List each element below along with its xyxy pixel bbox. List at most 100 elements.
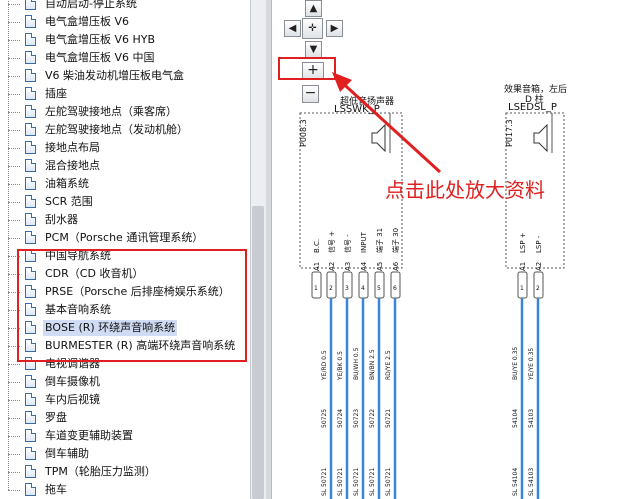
left_component-splice-id: SL 50721 [353, 468, 360, 496]
right_component-splice-id: SL 54103 [528, 468, 535, 496]
right_component-wire-id: 54103 [528, 409, 535, 428]
left_component-pin-number: 6 [393, 285, 397, 292]
document-icon [25, 213, 36, 226]
tree-item[interactable]: 车内后视镜 [0, 382, 250, 409]
tree-item[interactable]: 倒车辅助 [0, 436, 250, 463]
left_component-pin-number: 1 [314, 285, 318, 292]
speaker-icon [533, 123, 548, 153]
left_component-splice-id: SL 50721 [385, 468, 392, 496]
left_component-wire-id: 50723 [353, 409, 360, 428]
document-icon [25, 69, 36, 82]
left_component-pin-label: 端子 30 [391, 228, 400, 253]
tree-item-label: 油箱系统 [45, 177, 89, 190]
document-icon [25, 465, 36, 478]
highlight-box [17, 249, 247, 362]
document-icon [25, 159, 36, 172]
wiring-schematic: P008.3 B.C. A1 1 信号 + A2 2 信号 - A3 3 INPUT A4 4 端子 31… [299, 112, 565, 499]
left_component-pin-id: A4 [360, 261, 368, 271]
tree-item[interactable]: 电气盒增压板 V6 中国 [0, 40, 250, 67]
tree-item-label: 左舵驾驶接地点（发动机舱） [45, 123, 188, 136]
right_component-wire-color: YE/YE 0.35 [528, 348, 535, 381]
left_component-pin-number: 2 [329, 285, 333, 292]
tree-item[interactable]: SCR 范围 [0, 184, 250, 211]
left_component-pin-id: A1 [313, 262, 321, 271]
left_component-wire-color: YE/BK 0.5 [337, 351, 344, 381]
tree-item[interactable]: 刮水器 [0, 202, 250, 229]
tree-item[interactable]: V6 柴油发动机增压板电气盒 [0, 58, 250, 85]
left_component-pin-number: 4 [361, 285, 365, 292]
document-icon [25, 87, 36, 100]
tree-item-label: 拖车 [45, 483, 67, 496]
tree-scrollbar-thumb[interactable] [252, 206, 264, 499]
tree-item-label: 电气盒增压板 V6 [45, 15, 130, 28]
document-icon [25, 105, 36, 118]
document-icon [25, 447, 36, 460]
tree-item-label: PCM（Porsche 通讯管理系统） [45, 231, 204, 244]
right_component-pin-id: A2 [535, 262, 543, 271]
tree-item[interactable]: PCM（Porsche 通讯管理系统） [0, 220, 250, 247]
tree-item[interactable]: 接地点布局 [0, 130, 250, 157]
left_component-pin-number: 5 [377, 285, 381, 292]
document-icon [25, 195, 36, 208]
document-icon [25, 231, 36, 244]
right_component-pin-number: 2 [536, 285, 540, 292]
tree-item[interactable]: 左舵驾驶接地点（发动机舱） [0, 112, 250, 139]
left_component-pin-label: B.C. [313, 239, 321, 253]
tree-item-label: 刮水器 [45, 213, 78, 226]
tree-item-label: SCR 范围 [45, 195, 93, 208]
document-icon [25, 123, 36, 136]
tree-item-label: 接地点布局 [45, 141, 100, 154]
right_component-pin-label: LSP - [535, 235, 543, 253]
document-icon [25, 375, 36, 388]
left_component-splice-id: SL 50721 [321, 468, 328, 496]
tree-item-label: V6 柴油发动机增压板电气盒 [45, 69, 185, 82]
document-icon [25, 0, 36, 10]
document-icon [25, 33, 36, 46]
right_component-wire-id: 54104 [512, 409, 519, 428]
tree-item[interactable]: 电气盒增压板 V6 HYB [0, 22, 250, 49]
left_component-wire-color: RD/YE 2.5 [385, 350, 392, 380]
tree-item[interactable]: 油箱系统 [0, 166, 250, 193]
document-icon [25, 393, 36, 406]
tree-item-label: 混合接地点 [45, 159, 100, 172]
tree-item[interactable]: 混合接地点 [0, 148, 250, 175]
left_component-splice-id: SL 50721 [369, 468, 376, 496]
tree-item-label: 插座 [45, 87, 67, 100]
document-icon [25, 177, 36, 190]
left_component-wire-color: BU/WH 0.5 [353, 347, 360, 380]
tree-item[interactable]: 车道变更辅助装置 [0, 418, 250, 445]
right_component-pin-label: LSP + [519, 232, 527, 253]
left_component-wire-id: 50721 [385, 409, 392, 428]
left_component-pin-label: 信号 - [343, 234, 352, 253]
document-icon [25, 411, 36, 424]
tree-item[interactable]: 倒车摄像机 [0, 364, 250, 391]
tree-item[interactable]: 自动启动-停止系统 [0, 0, 250, 13]
left_component-pin-label: 信号 + [327, 231, 336, 253]
tree-item-label: 车内后视镜 [45, 393, 100, 406]
left_component-wire-id: 50724 [337, 409, 344, 428]
document-icon [25, 15, 36, 28]
document-icon [25, 141, 36, 154]
left_component-pin-id: A2 [328, 262, 336, 271]
zoom-callout-text: 点击此处放大资料 [385, 178, 545, 202]
tree-item-label: 罗盘 [45, 411, 67, 424]
tree-item-label: 倒车摄像机 [45, 375, 100, 388]
tree-item[interactable]: 插座 [0, 76, 250, 103]
wiring-diagram-pane: ▲ ◀ ✛ ▶ ▼ + − 超低音扬声器 LSSWK_P 效果音箱，左后 D 柱… [272, 0, 636, 499]
document-icon [25, 483, 36, 496]
left_component-pin-label: 端子 31 [375, 228, 384, 253]
tree-item[interactable]: 拖车 [0, 472, 250, 499]
left_component-wire-color: YE/RD 0.5 [321, 350, 328, 381]
left_component-wire-color: BN/BN 2.5 [369, 349, 376, 380]
tree-item[interactable]: TPM（轮胎压力监测） [0, 454, 250, 481]
right_component-pin-id: A1 [519, 262, 527, 271]
tree-item-label: 电气盒增压板 V6 中国 [45, 51, 155, 64]
tree-item[interactable]: 电气盒增压板 V6 [0, 4, 250, 31]
tree-item-label: TPM（轮胎压力监测） [45, 465, 156, 478]
tree-item-label: 左舵驾驶接地点（乘客席） [45, 105, 177, 118]
right_component-splice-id: SL 54104 [512, 468, 519, 496]
tree-item[interactable]: 罗盘 [0, 400, 250, 427]
document-icon [25, 51, 36, 64]
tree-item[interactable]: 左舵驾驶接地点（乘客席） [0, 94, 250, 121]
right_component-ref: P017.3 [505, 119, 514, 147]
